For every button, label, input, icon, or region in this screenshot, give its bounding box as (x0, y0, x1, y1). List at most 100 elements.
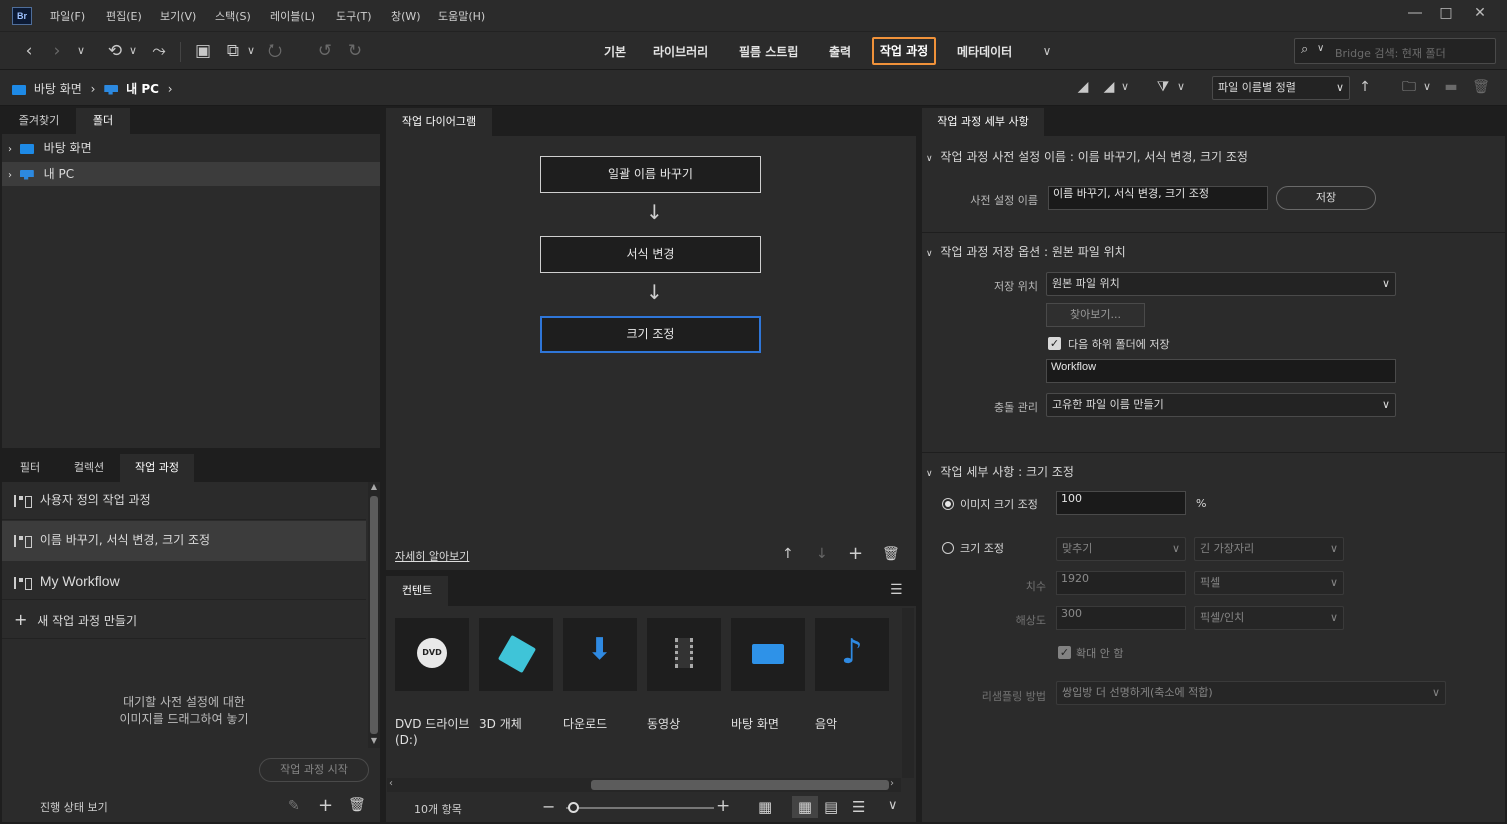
workflow-item-custom[interactable]: 사용자 정의 작업 과정 (2, 482, 366, 520)
resize-radio[interactable] (942, 542, 954, 554)
workflow-list-scrollbar[interactable]: ▲ ▼ (368, 482, 380, 748)
quality-icon[interactable]: ◢ (1072, 76, 1094, 98)
tree-expand-icon[interactable]: › (8, 170, 12, 181)
filter-chevron-down-icon[interactable]: ∨ (1170, 76, 1192, 98)
subfolder-checkbox[interactable]: ✓ (1048, 337, 1061, 350)
save-location-dropdown[interactable]: 원본 파일 위치 ∨ (1046, 272, 1396, 296)
maximize-icon[interactable]: □ (1434, 4, 1458, 24)
edit-pencil-icon[interactable]: ✎ (288, 798, 300, 814)
diagram-step-resize[interactable]: 크기 조정 (540, 316, 761, 353)
progress-link[interactable]: 진행 상태 보기 (40, 799, 108, 815)
resolution-input[interactable]: 300 (1056, 606, 1186, 630)
tab-content[interactable]: 컨텐트 (386, 576, 448, 606)
start-workflow-button[interactable]: 작업 과정 시작 (259, 758, 369, 782)
menu-stack[interactable]: 스택(S) (215, 8, 251, 24)
preset-name-input[interactable]: 이름 바꾸기, 서식 변경, 크기 조정 (1048, 186, 1268, 210)
browse-button[interactable]: 찾아보기... (1046, 303, 1145, 327)
add-step-icon[interactable]: + (848, 543, 863, 564)
diagram-step-format-change[interactable]: 서식 변경 (540, 236, 761, 273)
workspace-filmstrip[interactable]: 필름 스트립 (739, 43, 798, 60)
panel-menu-icon[interactable]: ☰ (890, 582, 903, 598)
image-size-input[interactable]: 100 (1056, 491, 1186, 515)
image-size-radio[interactable] (942, 498, 954, 510)
zoom-out-icon[interactable]: − (542, 797, 555, 816)
scroll-up-icon[interactable]: ▲ (368, 482, 380, 494)
history-chevron-down-icon[interactable]: ∨ (122, 40, 144, 62)
tile-dvd-drive[interactable]: DVD (395, 618, 469, 691)
workspace-more-chevron-icon[interactable]: ∨ (1036, 40, 1058, 62)
camera-import-icon[interactable]: ▣ (192, 40, 214, 62)
tile-3d-objects[interactable] (479, 618, 553, 691)
menu-help[interactable]: 도움말(H) (438, 8, 485, 24)
workspace-libraries[interactable]: 라이브러리 (653, 43, 708, 60)
chevron-down-icon[interactable]: ∨ (70, 40, 92, 62)
search-chevron-down-icon[interactable]: ∨ (1317, 43, 1324, 54)
tab-favorites[interactable]: 즐겨찾기 (2, 108, 76, 134)
view-chevron-down-icon[interactable]: ∨ (888, 798, 898, 813)
resample-dropdown[interactable]: 쌍입방 더 선명하게(축소에 적합) ∨ (1056, 681, 1446, 705)
rotate-right-icon[interactable]: ↻ (344, 40, 366, 62)
thumbnail-view-icon[interactable]: ▦ (792, 796, 818, 818)
dimension-unit-dropdown[interactable]: 픽셀 ∨ (1194, 571, 1344, 595)
scroll-down-icon[interactable]: ▼ (368, 736, 380, 748)
menu-label[interactable]: 레이블(L) (270, 8, 315, 24)
boomerang-icon[interactable]: ⤳ (148, 40, 170, 62)
tile-videos[interactable] (647, 618, 721, 691)
grid-lock-icon[interactable]: ▦ (758, 798, 772, 816)
learn-more-link[interactable]: 자세히 알아보기 (395, 548, 469, 564)
menu-tools[interactable]: 도구(T) (336, 8, 372, 24)
tile-desktop[interactable] (731, 618, 805, 691)
edge-dropdown[interactable]: 긴 가장자리 ∨ (1194, 537, 1344, 561)
workflow-item-my-workflow[interactable]: My Workflow (2, 562, 366, 600)
sort-ascending-icon[interactable]: ↑ (1354, 76, 1376, 98)
thumbnail-size-slider[interactable] (566, 802, 714, 813)
menu-window[interactable]: 창(W) (391, 8, 421, 24)
no-enlarge-checkbox[interactable]: ✓ (1058, 646, 1071, 659)
new-folder-icon[interactable]: ▬ (1440, 76, 1462, 98)
tree-expand-icon[interactable]: › (8, 144, 12, 155)
workspace-metadata[interactable]: 메타데이터 (957, 43, 1012, 60)
tab-collections[interactable]: 컬렉션 (58, 454, 120, 482)
detail-view-icon[interactable]: ▤ (824, 798, 838, 816)
sort-dropdown[interactable]: 파일 이름별 정렬 ∨ (1212, 76, 1350, 100)
slider-handle[interactable] (568, 802, 579, 813)
tile-music[interactable]: ♪ (815, 618, 889, 691)
breadcrumb-next-icon[interactable]: › (168, 82, 173, 96)
h-scroll-thumb[interactable] (591, 780, 889, 790)
save-section-header[interactable]: ∨ 작업 과정 저장 옵션 : 원본 파일 위치 (926, 243, 1126, 260)
search-box[interactable]: ⌕ ∨ Bridge 검색: 현재 폴더 (1294, 38, 1496, 64)
folder-chevron-down-icon[interactable]: ∨ (1416, 76, 1438, 98)
fit-dropdown[interactable]: 맞추기 ∨ (1056, 537, 1186, 561)
minimize-icon[interactable]: ― (1403, 4, 1427, 24)
move-down-icon[interactable]: ↓ (816, 546, 828, 562)
workspace-workflow[interactable]: 작업 과정 (872, 37, 936, 65)
rotate-left-icon[interactable]: ↺ (314, 40, 336, 62)
workspace-essentials[interactable]: 기본 (604, 43, 626, 60)
tab-workflow-details[interactable]: 작업 과정 세부 사항 (922, 108, 1044, 136)
breadcrumb-my-pc[interactable]: 내 PC (126, 82, 159, 96)
save-preset-button[interactable]: 저장 (1276, 186, 1376, 210)
copy-chevron-down-icon[interactable]: ∨ (240, 40, 262, 62)
scroll-left-icon[interactable]: ‹ (389, 778, 393, 789)
resolution-unit-dropdown[interactable]: 픽셀/인치 ∨ (1194, 606, 1344, 630)
content-horizontal-scrollbar[interactable]: ‹ › (387, 778, 901, 792)
diagram-step-batch-rename[interactable]: 일괄 이름 바꾸기 (540, 156, 761, 193)
rotate-sync-icon[interactable]: ⭮ (264, 40, 286, 62)
workflow-item-rename-format-resize[interactable]: 이름 바꾸기, 서식 변경, 크기 조정 (2, 521, 366, 561)
task-section-header[interactable]: ∨ 작업 세부 사항 : 크기 조정 (926, 463, 1074, 480)
rating-chevron-down-icon[interactable]: ∨ (1114, 76, 1136, 98)
tree-item-my-pc[interactable]: › 내 PC (2, 162, 380, 186)
move-up-icon[interactable]: ↑ (782, 546, 794, 562)
conflict-dropdown[interactable]: 고유한 파일 이름 만들기 ∨ (1046, 393, 1396, 417)
breadcrumb-desktop[interactable]: 바탕 화면 (34, 82, 82, 96)
scroll-right-icon[interactable]: › (890, 778, 894, 789)
add-icon[interactable]: + (318, 795, 333, 816)
subfolder-input[interactable]: Workflow (1046, 359, 1396, 383)
menu-file[interactable]: 파일(F) (50, 8, 85, 24)
dimension-input[interactable]: 1920 (1056, 571, 1186, 595)
back-icon[interactable]: ‹ (18, 40, 40, 62)
preset-section-header[interactable]: ∨ 작업 과정 사전 설정 이름 : 이름 바꾸기, 서식 변경, 크기 조정 (926, 148, 1248, 165)
forward-icon[interactable]: › (46, 40, 68, 62)
tab-diagram[interactable]: 작업 다이어그램 (386, 108, 492, 136)
list-view-icon[interactable]: ☰ (852, 798, 865, 816)
